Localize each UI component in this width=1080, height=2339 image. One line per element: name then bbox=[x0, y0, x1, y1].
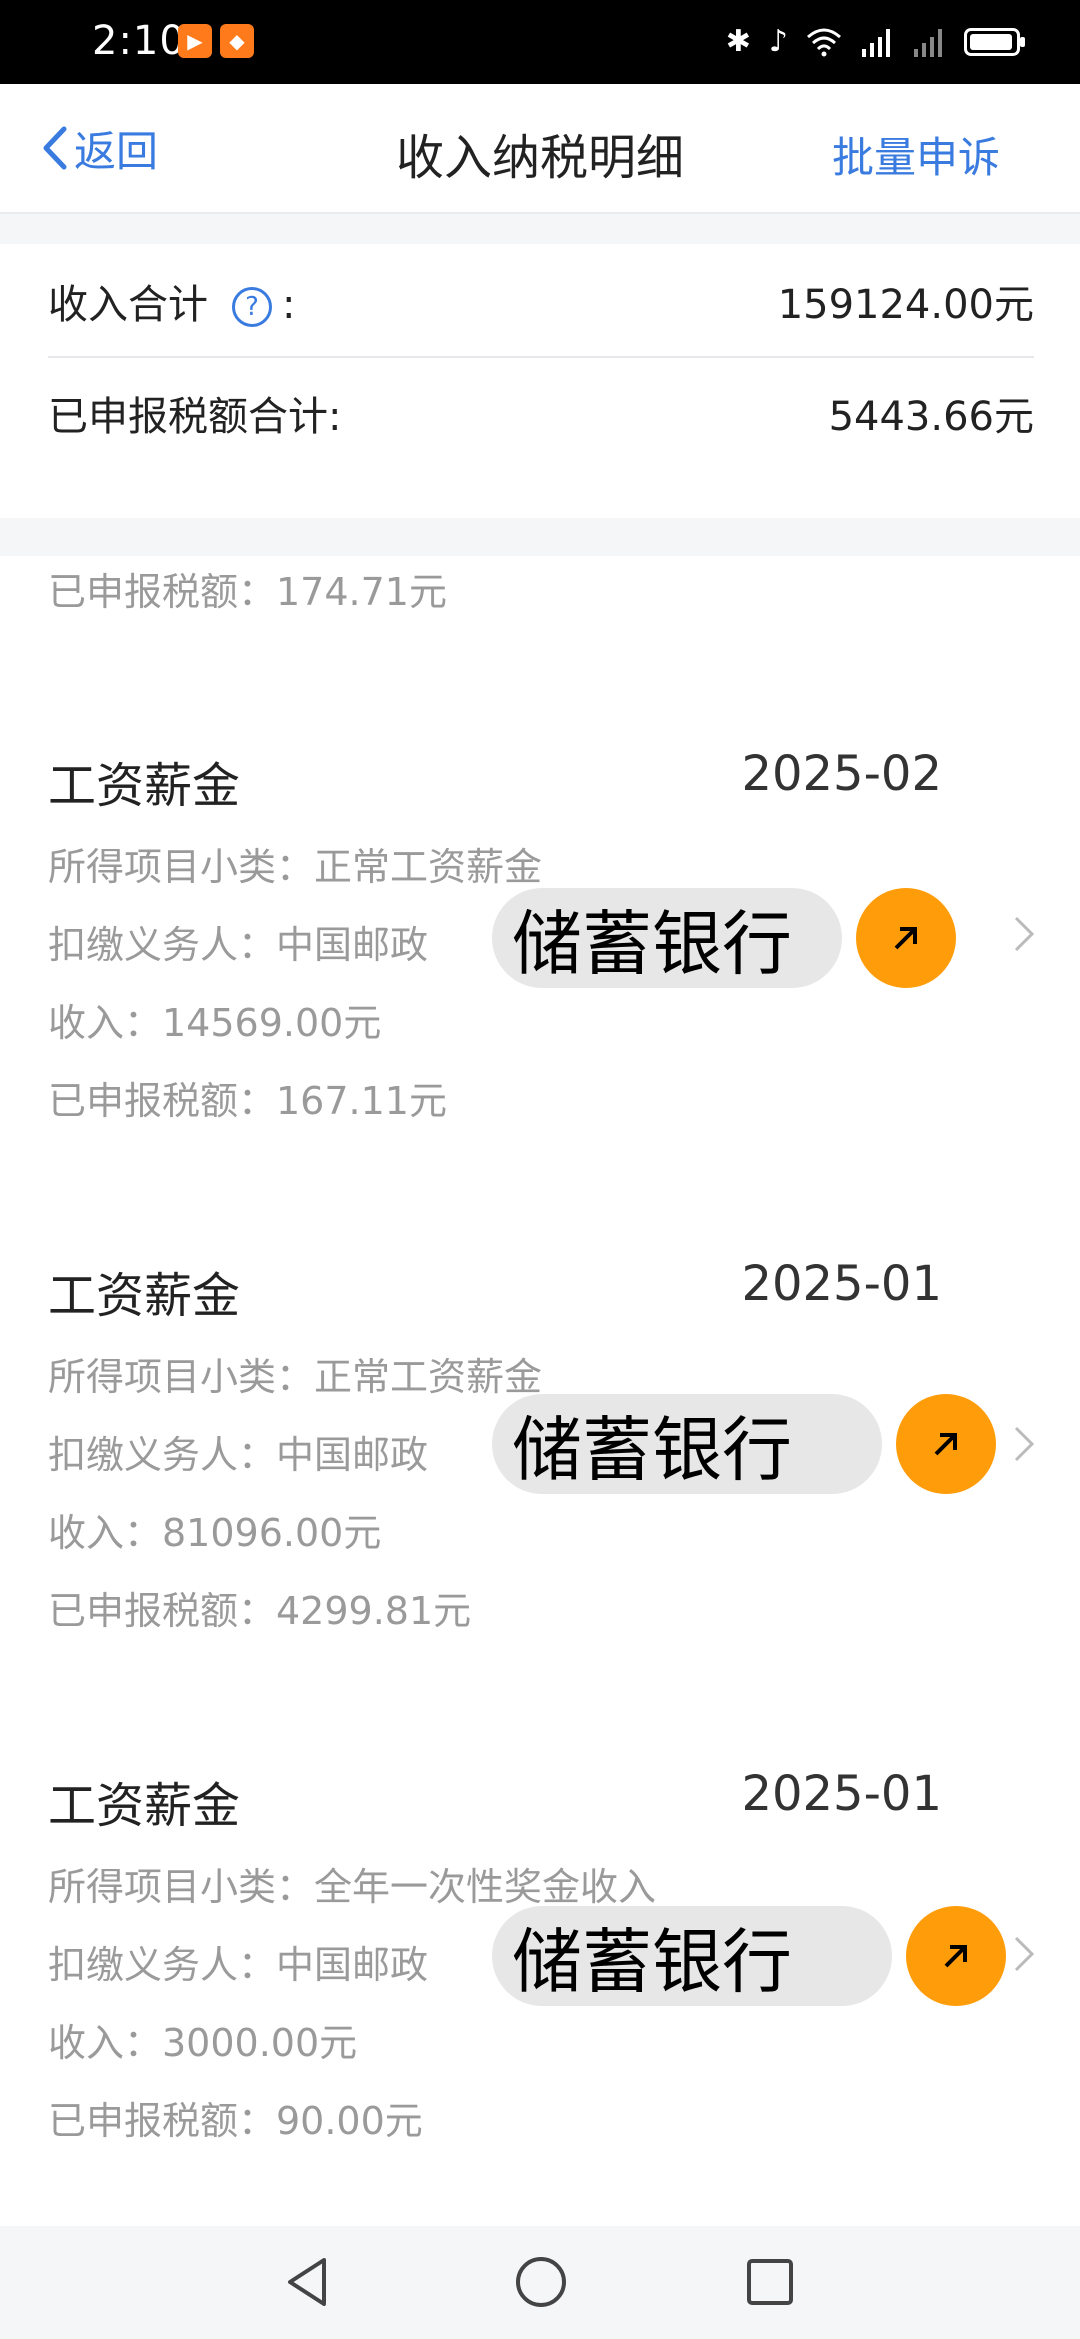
bank-name-overlay: 储蓄银行 bbox=[492, 1394, 882, 1494]
system-nav-bar bbox=[0, 2226, 1080, 2339]
record-income: 收入：14569.00元 bbox=[48, 1001, 382, 1045]
arrow-up-right-icon bbox=[894, 927, 917, 950]
income-total-value: 159124.00元 bbox=[777, 282, 1034, 328]
tax-total-row: 已申报税额合计: 5443.66元 bbox=[48, 358, 1034, 468]
record-title: 工资薪金 bbox=[48, 758, 241, 814]
chevron-right-icon bbox=[1014, 1936, 1035, 1972]
record-withholder: 扣缴义务人：中国邮政 bbox=[48, 923, 429, 967]
record-subcategory: 所得项目小类：正常工资薪金 bbox=[48, 1355, 543, 1399]
jump-button[interactable] bbox=[896, 1394, 996, 1494]
record-tax: 已申报税额：167.11元 bbox=[48, 1079, 447, 1123]
mute-icon: ♪ bbox=[768, 24, 788, 59]
record-tax: 已申报税额：90.00元 bbox=[48, 2099, 423, 2143]
bank-name-overlay-label: 储蓄银行 bbox=[512, 902, 792, 985]
record-withholder: 扣缴义务人：中国邮政 bbox=[48, 1433, 429, 1477]
back-nav-icon[interactable] bbox=[282, 2254, 332, 2310]
bank-name-overlay: 储蓄银行 bbox=[492, 888, 842, 988]
signal-4g-icon bbox=[862, 29, 890, 57]
record-title: 工资薪金 bbox=[48, 1778, 241, 1834]
record-tax: 已申报税额：4299.81元 bbox=[48, 1589, 472, 1633]
record-date: 2025-02 bbox=[741, 746, 942, 802]
batch-appeal-button[interactable]: 批量申诉 bbox=[832, 124, 1000, 185]
chevron-right-icon bbox=[1014, 916, 1035, 952]
home-nav-icon[interactable] bbox=[514, 2254, 568, 2310]
jump-button[interactable] bbox=[856, 888, 956, 988]
signal-icon bbox=[914, 29, 942, 57]
status-time: 2:10 bbox=[92, 18, 186, 64]
arrow-up-right-icon bbox=[934, 1433, 957, 1456]
income-total-row: 收入合计?: 159124.00元 bbox=[48, 246, 1034, 358]
bank-name-overlay-label: 储蓄银行 bbox=[512, 1920, 792, 2003]
battery-icon bbox=[964, 28, 1025, 56]
system-icons: ✱ ♪ bbox=[725, 20, 1025, 64]
wifi-icon bbox=[807, 28, 841, 57]
shopping-app-icon: ◆ bbox=[220, 24, 254, 58]
record-date: 2025-01 bbox=[741, 1766, 942, 1822]
partial-record-tax: 已申报税额：174.71元 bbox=[48, 570, 447, 614]
chevron-right-icon bbox=[1014, 1426, 1035, 1462]
income-total-label: 收入合计 bbox=[48, 282, 208, 328]
record-income: 收入：3000.00元 bbox=[48, 2021, 358, 2065]
tax-total-label: 已申报税额合计: bbox=[48, 394, 342, 440]
income-total-label-group: 收入合计?: bbox=[48, 272, 295, 330]
record-subcategory: 所得项目小类：全年一次性奖金收入 bbox=[48, 1865, 657, 1909]
recents-nav-icon[interactable] bbox=[744, 2254, 796, 2310]
tax-total-value: 5443.66元 bbox=[828, 394, 1034, 440]
record-subcategory: 所得项目小类：正常工资薪金 bbox=[48, 845, 543, 889]
colon: : bbox=[282, 282, 296, 328]
help-icon[interactable]: ? bbox=[232, 287, 272, 327]
status-bar: 2:10 ▶ ◆ ✱ ♪ bbox=[0, 0, 1080, 84]
record-income: 收入：81096.00元 bbox=[48, 1511, 382, 1555]
nav-bar: 返回 收入纳税明细 批量申诉 bbox=[0, 84, 1080, 214]
records-list: 已申报税额：174.71元 工资薪金 2025-02 所得项目小类：正常工资薪金… bbox=[0, 556, 1080, 2226]
arrow-up-right-icon bbox=[944, 1945, 967, 1968]
bank-name-overlay: 储蓄银行 bbox=[492, 1906, 892, 2006]
summary-card: 收入合计?: 159124.00元 已申报税额合计: 5443.66元 bbox=[0, 244, 1080, 518]
record-title: 工资薪金 bbox=[48, 1268, 241, 1324]
video-app-icon: ▶ bbox=[178, 24, 212, 58]
bluetooth-icon: ✱ bbox=[725, 24, 751, 59]
record-withholder: 扣缴义务人：中国邮政 bbox=[48, 1943, 429, 1987]
record-date: 2025-01 bbox=[741, 1256, 942, 1312]
jump-button[interactable] bbox=[906, 1906, 1006, 2006]
bank-name-overlay-label: 储蓄银行 bbox=[512, 1408, 792, 1491]
